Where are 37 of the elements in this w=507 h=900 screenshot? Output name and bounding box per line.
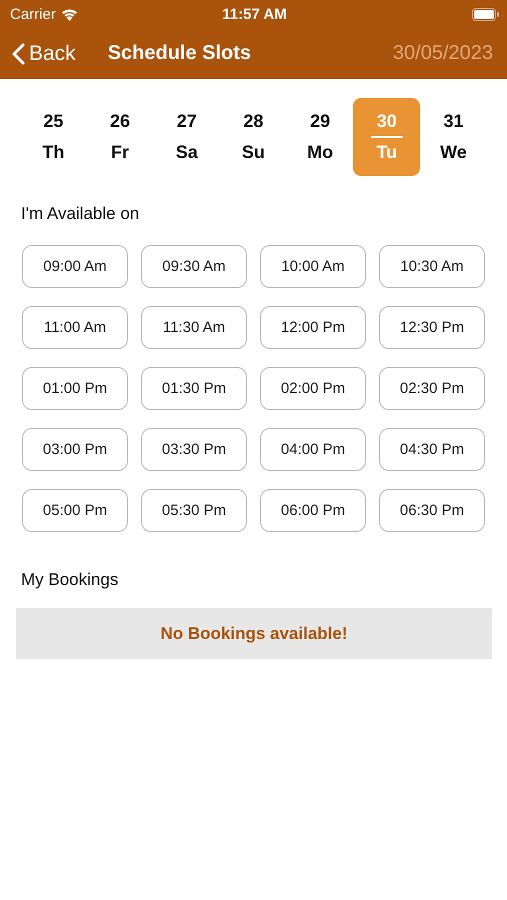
wifi-icon <box>60 8 78 20</box>
time-slot[interactable]: 03:30 Pm <box>141 428 247 471</box>
chevron-left-icon <box>12 42 25 64</box>
time-slot[interactable]: 10:30 Am <box>379 245 485 288</box>
time-slot[interactable]: 06:30 Pm <box>379 489 485 532</box>
time-slot[interactable]: 04:00 Pm <box>260 428 366 471</box>
day-tab[interactable]: 27 Sa <box>153 98 220 176</box>
battery-icon <box>472 8 500 20</box>
time-slot[interactable]: 09:30 Am <box>141 245 247 288</box>
day-tab[interactable]: 29 Mo <box>286 98 354 176</box>
day-tab[interactable]: 25 Th <box>20 98 87 176</box>
time-slot[interactable]: 02:30 Pm <box>379 367 485 410</box>
screen-title: Schedule Slots <box>108 42 252 65</box>
time-slot[interactable]: 11:00 Am <box>22 306 128 349</box>
time-slot[interactable]: 05:00 Pm <box>22 489 128 532</box>
day-tab[interactable]: 28 Su <box>220 98 287 176</box>
time-slot[interactable]: 06:00 Pm <box>260 489 366 532</box>
time-slot[interactable]: 10:00 Am <box>260 245 366 288</box>
time-slot[interactable]: 09:00 Am <box>22 245 128 288</box>
time-slot[interactable]: 03:00 Pm <box>22 428 128 471</box>
section-heading: My Bookings <box>20 570 120 590</box>
time-slot[interactable]: 04:30 Pm <box>379 428 485 471</box>
time-slot[interactable]: 05:30 Pm <box>141 489 247 532</box>
time-slot[interactable]: 12:00 Pm <box>260 306 366 349</box>
day-tab[interactable]: 31 We <box>420 98 487 176</box>
empty-bookings-message: No Bookings available! <box>16 608 492 659</box>
time-slot[interactable]: 02:00 Pm <box>260 367 366 410</box>
time-slot[interactable]: 11:30 Am <box>141 306 247 349</box>
section-heading: I'm Available on <box>20 204 140 224</box>
day-tab[interactable]: 26 Fr <box>86 98 154 176</box>
time-slot[interactable]: 12:30 Pm <box>379 306 485 349</box>
status-time: 11:57 AM <box>222 6 287 22</box>
time-slot[interactable]: 01:30 Pm <box>141 367 247 410</box>
back-button[interactable]: Back <box>12 42 76 66</box>
selected-date: 30/05/2023 <box>392 42 493 65</box>
carrier-label: Carrier <box>10 6 56 22</box>
time-slot[interactable]: 01:00 Pm <box>22 367 128 410</box>
